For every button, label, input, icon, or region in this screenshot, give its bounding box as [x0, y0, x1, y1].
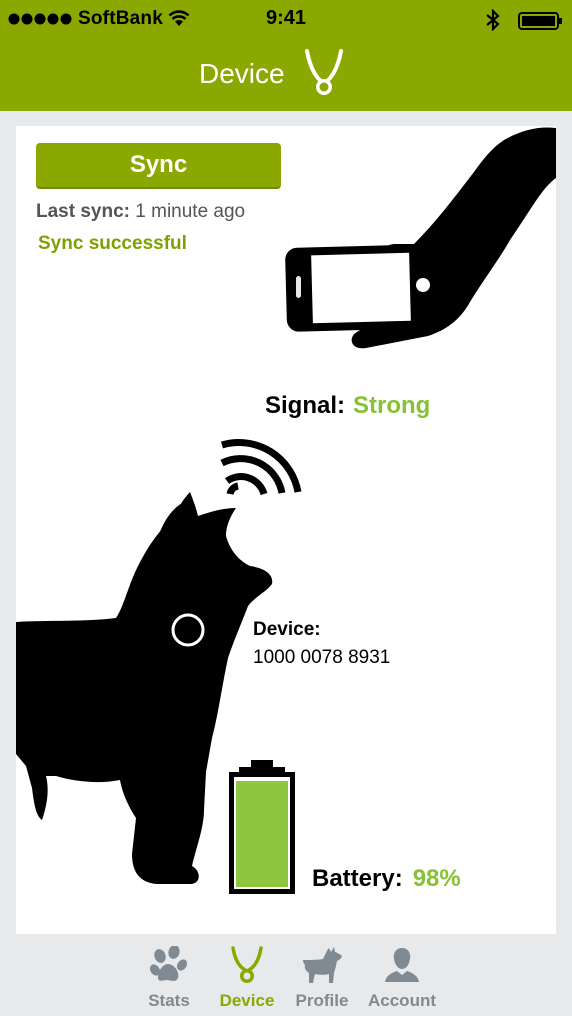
battery-status-icon	[518, 12, 562, 30]
battery-icon	[229, 760, 295, 894]
tab-account[interactable]: Account	[360, 934, 444, 1016]
collar-logo-icon	[305, 49, 343, 95]
device-id: 1000 0078 8931	[253, 647, 391, 668]
person-icon	[385, 948, 419, 982]
collar-icon	[231, 946, 263, 983]
signal-row: Signal: Strong	[265, 392, 430, 420]
last-sync-row: Last sync: 1 minute ago	[36, 201, 245, 223]
tab-device[interactable]: Device	[208, 934, 286, 1016]
battery-row: Battery: 98%	[312, 865, 461, 893]
paw-icon	[150, 946, 188, 981]
sync-status: Sync successful	[38, 233, 187, 254]
battery-label: Battery:	[312, 865, 403, 892]
dog-icon	[303, 947, 342, 983]
wireless-signal-icon	[220, 439, 302, 496]
nav-header: SoftBank 9:41 Device	[0, 0, 572, 111]
signal-value: Strong	[353, 392, 431, 419]
tab-label: Profile	[295, 991, 349, 1010]
page-title: Device	[199, 58, 285, 89]
signal-label: Signal:	[265, 392, 346, 419]
sync-button[interactable]: Sync	[36, 143, 281, 189]
tab-label: Device	[219, 991, 275, 1010]
status-bar: SoftBank 9:41	[0, 0, 572, 40]
tab-stats[interactable]: Stats	[133, 934, 205, 1016]
tab-profile[interactable]: Profile	[286, 934, 358, 1016]
tab-label: Account	[368, 991, 436, 1010]
hand-phone-illustration	[285, 127, 556, 349]
battery-value: 98%	[412, 865, 461, 892]
last-sync-value: 1 minute ago	[135, 201, 246, 222]
device-label: Device:	[253, 619, 321, 640]
tab-bar: Stats Device Profile Account	[0, 934, 572, 1016]
battery-fill	[236, 781, 288, 887]
device-card: Sync Last sync: 1 minute ago Sync succes…	[16, 126, 556, 934]
tab-label: Stats	[148, 991, 190, 1010]
bluetooth-icon	[486, 9, 500, 31]
last-sync-label: Last sync:	[36, 201, 130, 222]
